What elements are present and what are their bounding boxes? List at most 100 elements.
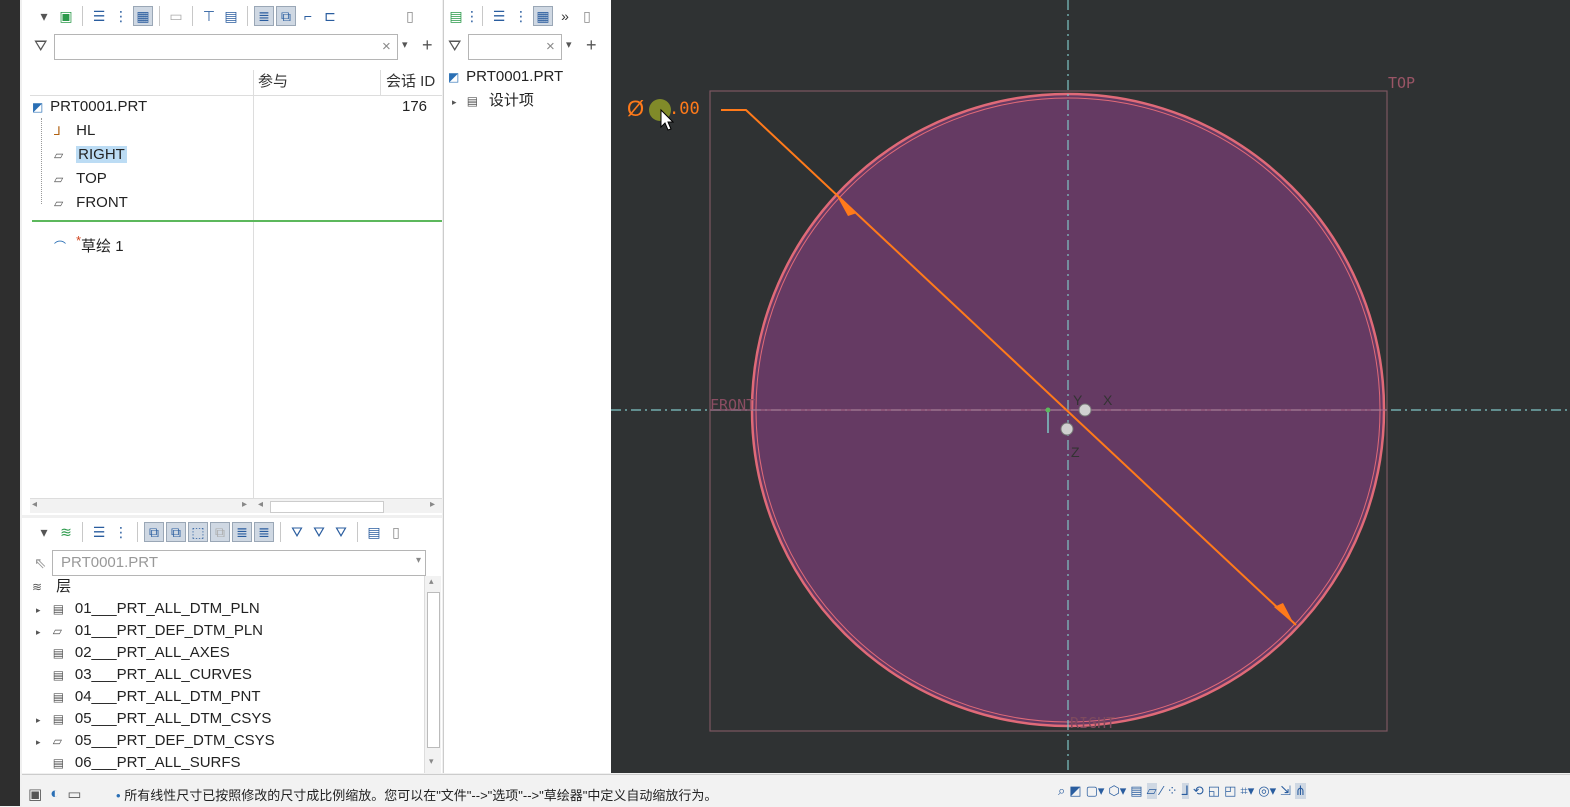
show-columns-icon[interactable]: ▦ xyxy=(533,6,553,26)
layer-item[interactable]: ▸ ▱ 05___PRT_DEF_DTM_CSYS xyxy=(36,730,275,752)
scroll-left-icon[interactable]: ◂ xyxy=(32,499,37,510)
scroll-down-icon[interactable]: ▾ xyxy=(429,756,434,767)
layer-item[interactable]: ▸ ▤ 04___PRT_ALL_DTM_PNT xyxy=(36,686,261,708)
layer-model-selector[interactable]: PRT0001.PRT ▾ xyxy=(52,550,426,576)
zoom-icon[interactable]: ⌕ xyxy=(1058,783,1065,799)
settings-tree-icon[interactable]: ▤ xyxy=(221,6,241,26)
layer-filter-clear-icon[interactable]: ⛛ xyxy=(309,522,329,542)
layer-view-icon[interactable]: ⧉ xyxy=(276,6,296,26)
insert-indicator-line[interactable] xyxy=(32,220,442,222)
structure-icon[interactable]: ⌐ xyxy=(298,6,318,26)
csys-display-icon[interactable]: ⅃ xyxy=(1181,783,1189,799)
expand-arrow-icon[interactable]: ▸ xyxy=(36,605,41,615)
dropdown-arrow-icon[interactable]: ▾ xyxy=(34,6,54,26)
scroll-up-icon[interactable]: ▴ xyxy=(429,576,434,587)
saved-views-icon[interactable]: ◰ xyxy=(1224,783,1236,799)
relation-icon[interactable]: ⊏ xyxy=(320,6,340,26)
datum-plane-display-icon[interactable]: ▱ xyxy=(1146,783,1157,799)
vertical-scrollbar[interactable]: ▴ ▾ xyxy=(424,576,441,773)
browser-icon[interactable]: ◐ xyxy=(50,785,59,803)
display-style-icon[interactable]: ⬡▾ xyxy=(1108,783,1126,799)
dropdown-arrow-icon[interactable]: ▾ xyxy=(34,522,54,542)
spin-center-icon[interactable]: ⟲ xyxy=(1193,783,1204,799)
tree-filter-icon[interactable]: ⋮ xyxy=(465,6,479,26)
scroll-right-icon-2[interactable]: ▸ xyxy=(430,499,435,510)
axis-display-icon[interactable]: ⁄ xyxy=(1161,783,1163,799)
layer-item[interactable]: ▸ ▤ 02___PRT_ALL_AXES xyxy=(36,642,230,664)
layer-root-row[interactable]: ≋ 层 xyxy=(32,576,71,598)
details-item-design[interactable]: ▸ ▤ 设计项 xyxy=(452,90,534,112)
filter-icon[interactable]: ⛛ xyxy=(448,38,461,56)
page-icon[interactable]: ▯ xyxy=(386,522,406,542)
scroll-thumb[interactable] xyxy=(270,501,384,513)
expand-arrow-icon[interactable]: ▸ xyxy=(36,759,41,769)
sketcher-display-icon[interactable]: ⋔ xyxy=(1295,783,1306,799)
tree-columns-icon[interactable]: ☰ xyxy=(89,6,109,26)
model-tree-icon[interactable]: ▣ xyxy=(56,6,76,26)
expand-arrow-icon[interactable]: ▸ xyxy=(36,671,41,681)
layer-hide-icon[interactable]: ⧉ xyxy=(166,522,186,542)
render-icon[interactable]: ◎▾ xyxy=(1258,783,1276,799)
save-status-icon[interactable]: ▤ xyxy=(364,522,384,542)
layer-filter-settings-icon[interactable]: ⛛ xyxy=(331,522,351,542)
view-orient-icon[interactable]: ▢▾ xyxy=(1086,783,1105,799)
layer-select-icon[interactable]: ≣ xyxy=(254,522,274,542)
cursor-select-icon[interactable]: ⇖ xyxy=(34,554,47,572)
expand-arrow-icon[interactable]: ▸ xyxy=(36,693,41,703)
layer-item[interactable]: ▸ ▤ 05___PRT_ALL_DTM_CSYS xyxy=(36,708,271,730)
page-icon[interactable]: ▯ xyxy=(577,6,597,26)
fullscreen-icon[interactable]: ▭ xyxy=(67,785,81,803)
add-icon[interactable]: + xyxy=(422,35,433,56)
section-icon[interactable]: ⌗▾ xyxy=(1240,783,1254,799)
model-tree-search-input[interactable] xyxy=(54,34,398,60)
clear-search-icon[interactable]: × xyxy=(546,38,555,55)
tree-item-front[interactable]: ▱ FRONT xyxy=(54,192,128,214)
details-icon[interactable]: ▤ xyxy=(446,6,466,26)
tree-columns-icon[interactable]: ☰ xyxy=(89,522,109,542)
scroll-thumb[interactable] xyxy=(427,592,440,748)
expand-arrow-icon[interactable]: ▸ xyxy=(452,97,457,107)
horizontal-scrollbar[interactable]: ◂ ▸ ◂ ▸ xyxy=(30,498,442,513)
layers-icon[interactable]: ≋ xyxy=(56,522,76,542)
expand-arrow-icon[interactable]: ▸ xyxy=(36,715,41,725)
tree-item-hl[interactable]: ⅃ HL xyxy=(54,120,95,142)
layer-filter-icon[interactable]: ⛛ xyxy=(287,522,307,542)
copy-icon[interactable]: ▭ xyxy=(166,6,186,26)
search-dropdown-icon[interactable]: ▾ xyxy=(402,38,408,51)
list-view-icon[interactable]: ≣ xyxy=(254,6,274,26)
scroll-right-icon[interactable]: ▸ xyxy=(242,499,247,510)
scroll-left-icon-2[interactable]: ◂ xyxy=(258,499,263,510)
show-columns-icon[interactable]: ▦ xyxy=(133,6,153,26)
selection-filter-icon[interactable]: ⇲ xyxy=(1280,783,1291,799)
tree-item-sketch[interactable]: ⌒ *草绘 1 xyxy=(54,230,124,255)
tree-filter-icon[interactable]: ⋮ xyxy=(111,522,131,542)
layer-item[interactable]: ▸ ▤ 03___PRT_ALL_CURVES xyxy=(36,664,252,686)
tree-filter-icon[interactable]: ⋮ xyxy=(111,6,131,26)
tree-columns-icon[interactable]: ☰ xyxy=(489,6,509,26)
window-layout-icon[interactable]: ▣ xyxy=(28,785,42,803)
layer-item[interactable]: ▸ ▱ 01___PRT_DEF_DTM_PLN xyxy=(36,620,263,642)
overflow-icon[interactable]: » xyxy=(555,6,575,26)
clear-search-icon[interactable]: × xyxy=(382,38,391,55)
point-display-icon[interactable]: ⁘ xyxy=(1167,783,1178,799)
add-icon[interactable]: + xyxy=(586,35,597,56)
layer-item[interactable]: ▸ ▤ 06___PRT_ALL_SURFS xyxy=(36,752,241,773)
layer-isolate-icon[interactable]: ⬚ xyxy=(188,522,208,542)
dimension-value[interactable]: .00 xyxy=(669,99,700,119)
tree-item-right[interactable]: ▱ RIGHT xyxy=(54,144,127,166)
expand-arrow-icon[interactable]: ▸ xyxy=(36,627,41,637)
expand-arrow-icon[interactable]: ▸ xyxy=(36,737,41,747)
layer-props-icon[interactable]: ≣ xyxy=(232,522,252,542)
column-header-session-id[interactable]: 会话 ID xyxy=(386,70,435,94)
selector-dropdown-icon[interactable]: ▾ xyxy=(416,555,421,566)
tree-item-top[interactable]: ▱ TOP xyxy=(54,168,107,190)
csys-z-handle[interactable] xyxy=(1060,422,1074,436)
canvas-svg[interactable] xyxy=(611,0,1570,773)
layer-item[interactable]: ▸ ▤ 01___PRT_ALL_DTM_PLN xyxy=(36,598,260,620)
layer-show-icon[interactable]: ⧉ xyxy=(144,522,164,542)
search-dropdown-icon[interactable]: ▾ xyxy=(566,38,572,51)
camera-icon[interactable]: ▤ xyxy=(1130,783,1142,799)
graphics-canvas[interactable]: TOP FRONT RIGHT Ø .00 Y X Z xyxy=(611,0,1570,773)
details-root-row[interactable]: ◩ PRT0001.PRT xyxy=(448,66,563,88)
column-header-participate[interactable]: 参与 xyxy=(258,70,288,94)
